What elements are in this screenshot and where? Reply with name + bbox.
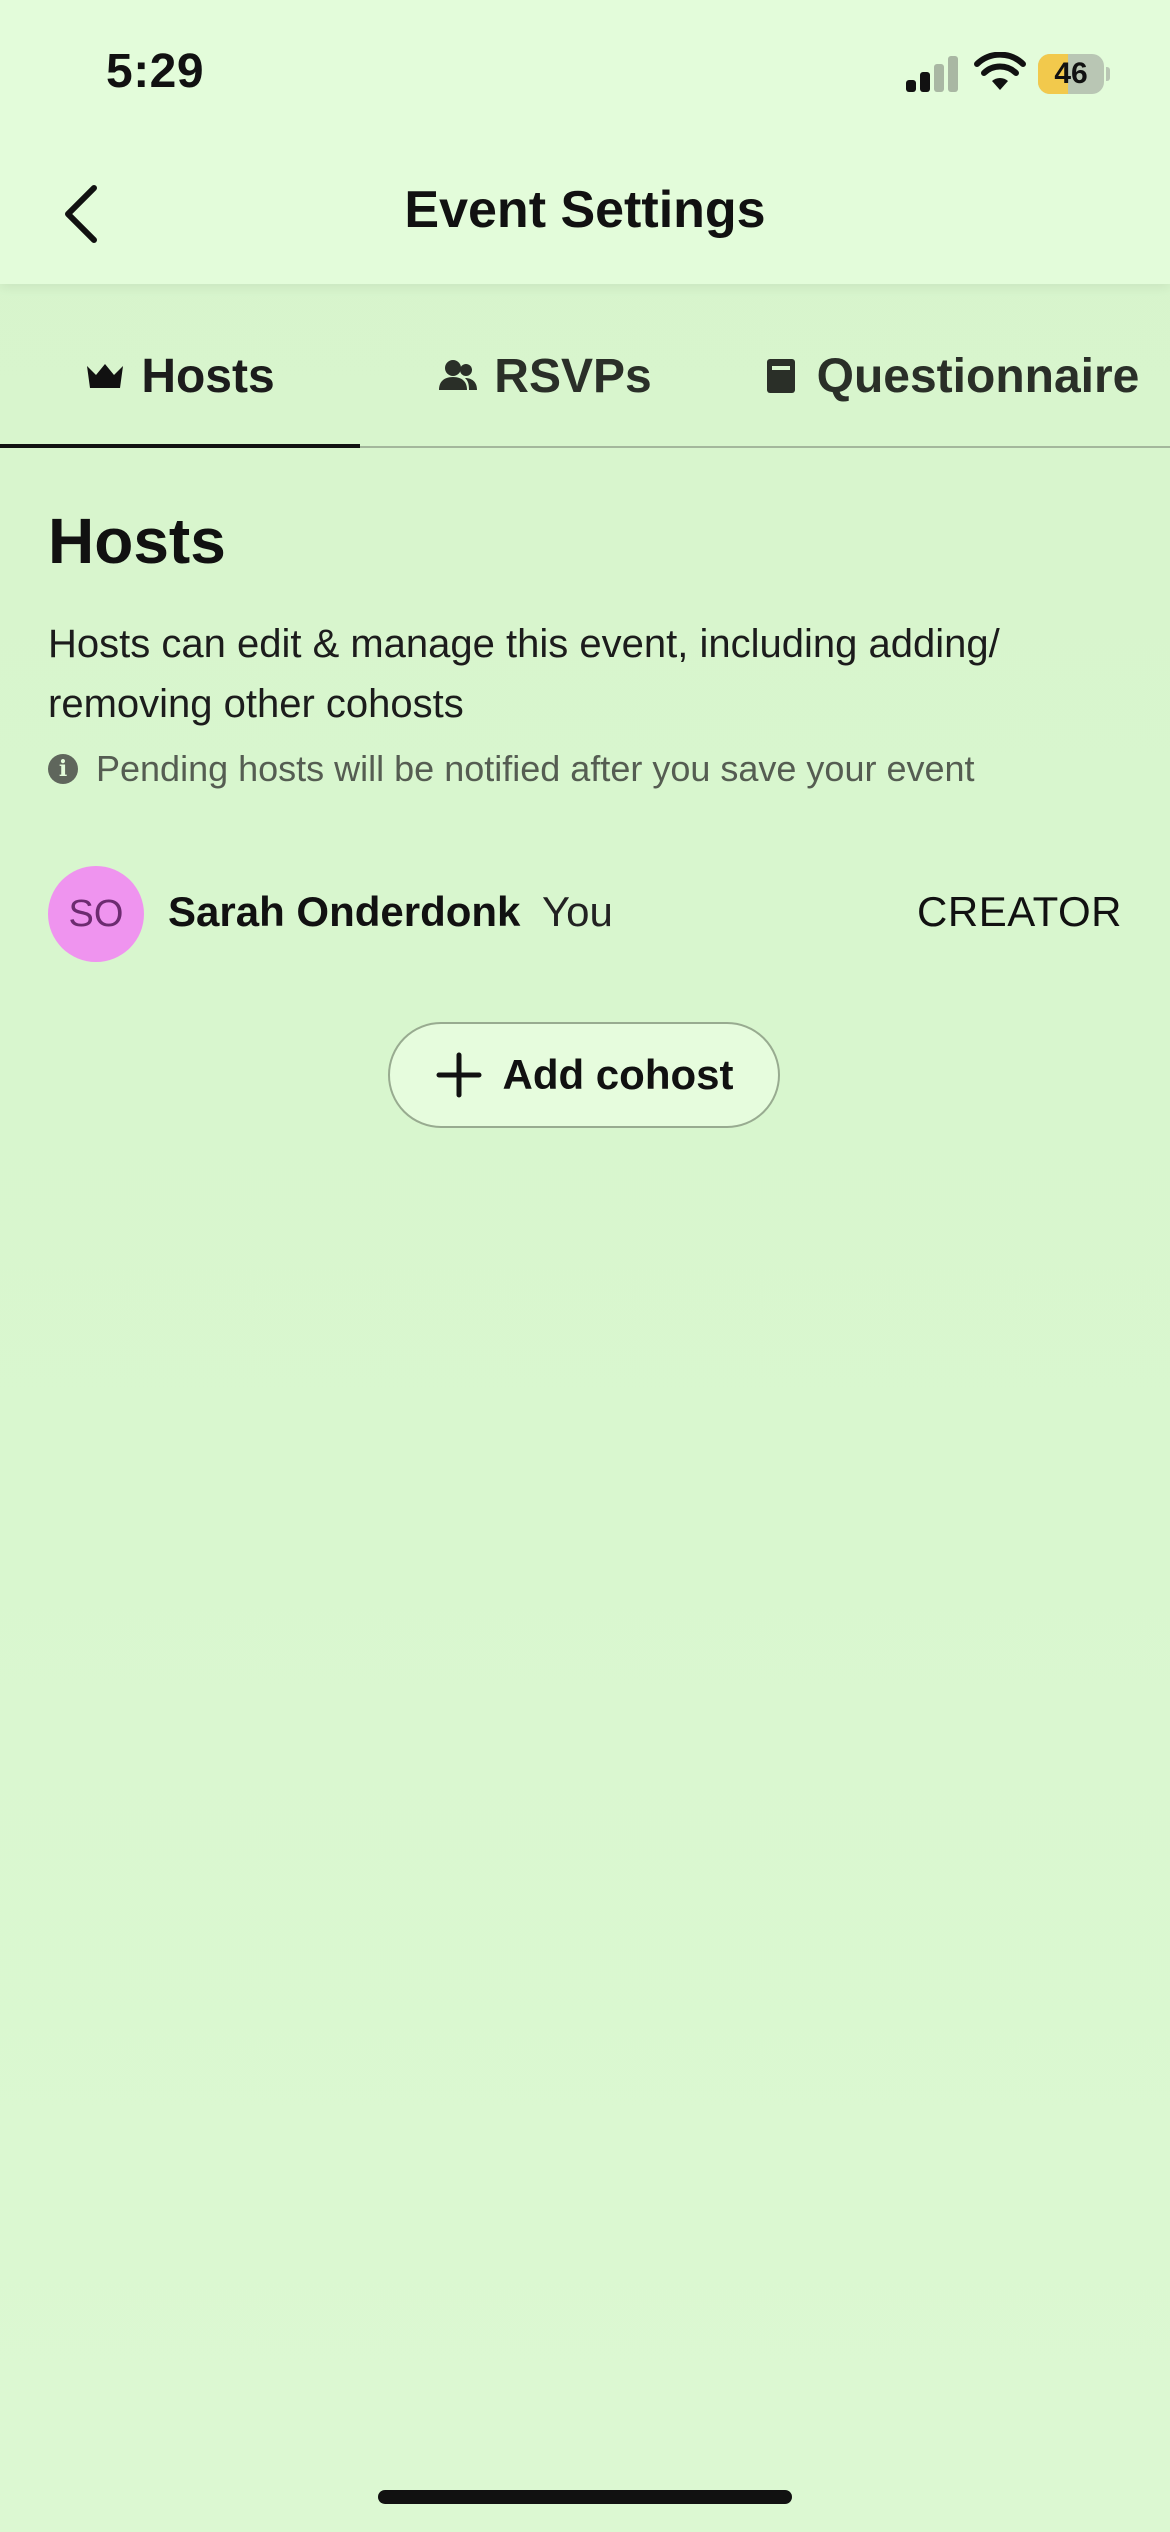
tab-questionnaire-label: Questionnaire	[816, 349, 1140, 403]
document-icon	[766, 359, 795, 393]
host-row[interactable]: SO Sarah Onderdonk You CREATOR	[48, 866, 1122, 962]
page-title: Event Settings	[404, 181, 766, 239]
add-cohost-button[interactable]: Add cohost	[388, 1022, 780, 1128]
info-icon: i	[48, 754, 78, 784]
tab-hosts-label: Hosts	[141, 349, 275, 403]
pending-hosts-note: i Pending hosts will be notified after y…	[48, 742, 975, 796]
add-cohost-label: Add cohost	[502, 1051, 734, 1098]
people-icon	[439, 360, 478, 390]
status-time: 5:29	[106, 45, 205, 98]
battery-icon: 46	[1038, 54, 1110, 94]
tab-questionnaire[interactable]: Questionnaire	[730, 306, 1170, 446]
tab-rsvps-label: RSVPs	[494, 349, 652, 403]
host-role-badge: CREATOR	[917, 888, 1122, 935]
home-indicator	[378, 2490, 792, 2504]
battery-body: 46	[1038, 54, 1104, 94]
plus-icon	[436, 1052, 481, 1098]
avatar: SO	[48, 866, 144, 962]
section-title: Hosts	[48, 505, 226, 577]
info-text: Pending hosts will be notified after you…	[96, 748, 975, 789]
wifi-icon	[974, 52, 1026, 90]
active-tab-indicator	[0, 444, 360, 448]
tab-rsvps[interactable]: RSVPs	[360, 306, 730, 446]
host-you-tag: You	[542, 888, 613, 935]
battery-tip	[1106, 67, 1110, 81]
section-description: Hosts can edit & manage this event, incl…	[48, 622, 1000, 726]
host-name: Sarah Onderdonk	[168, 888, 521, 935]
crown-icon	[87, 364, 124, 388]
settings-tabs: Hosts RSVPs Questionnaire	[0, 306, 1170, 446]
tab-hosts[interactable]: Hosts	[0, 306, 360, 446]
battery-level-text: 46	[1054, 57, 1088, 90]
top-bar: 5:29 46 Event Settings	[0, 0, 1170, 284]
cellular-signal-icon	[906, 56, 960, 92]
event-settings-screen: 5:29 46 Event Settings Hosts RSVPs Quest…	[0, 0, 1170, 2532]
